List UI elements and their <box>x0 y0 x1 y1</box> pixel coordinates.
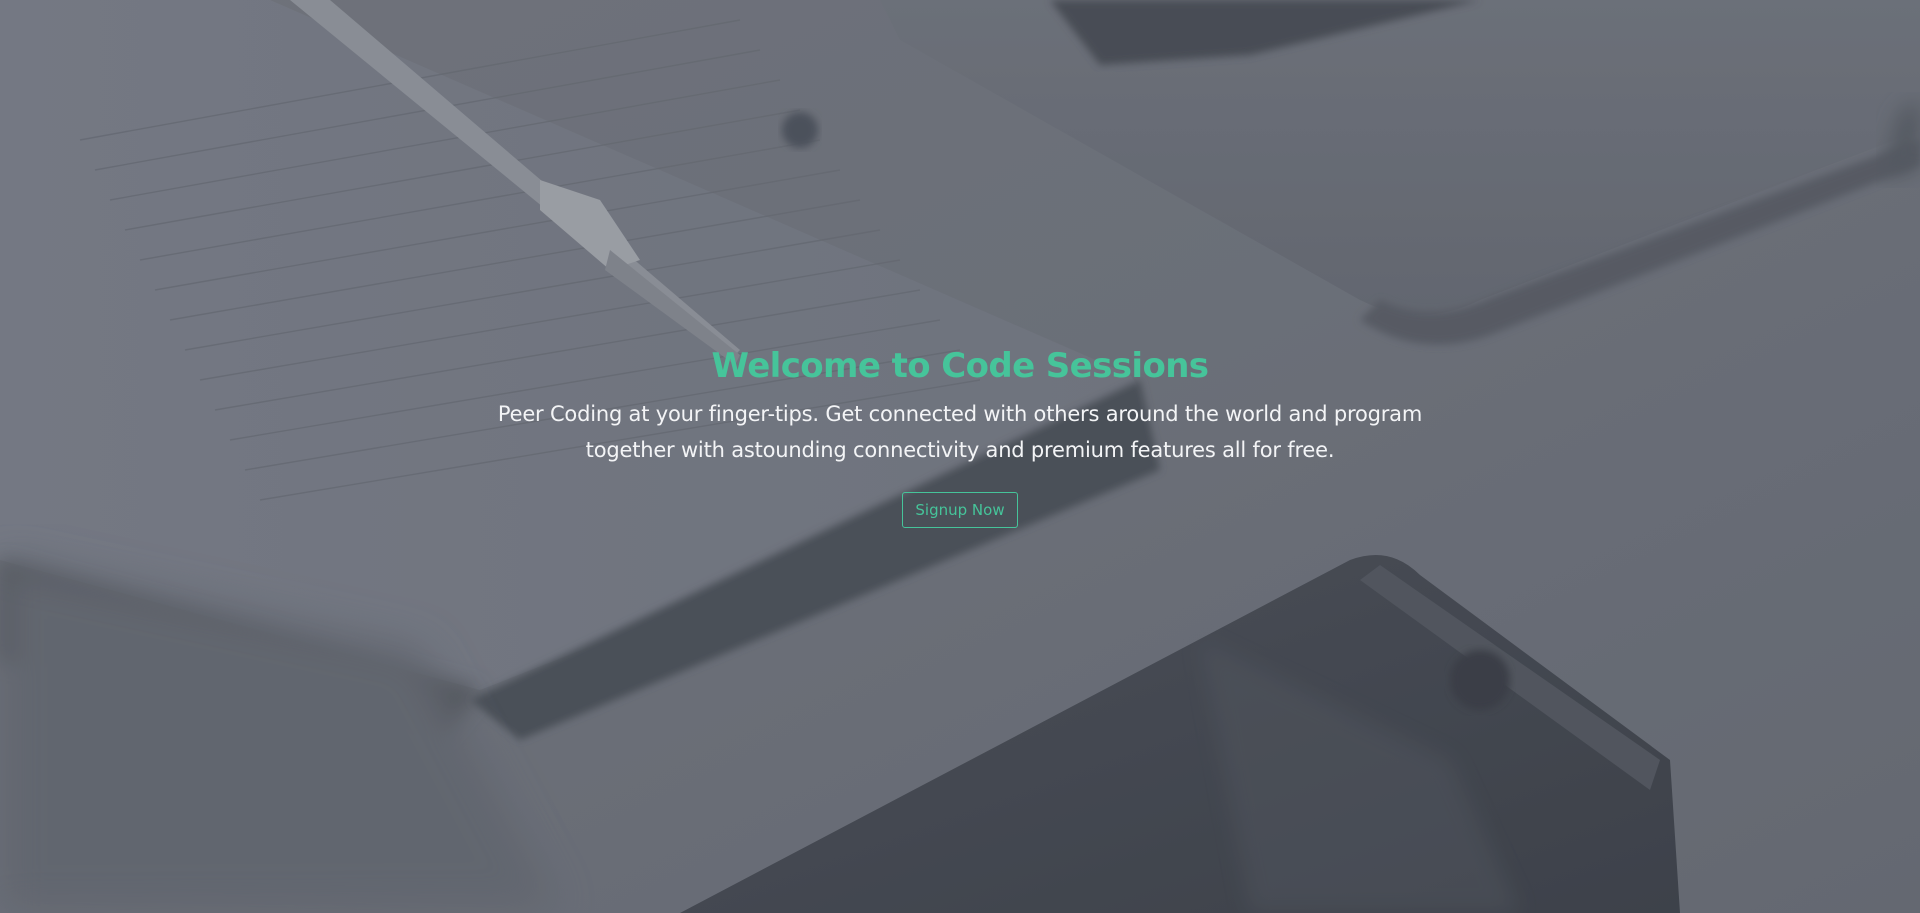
hero-subtitle: Peer Coding at your finger-tips. Get con… <box>497 402 1423 462</box>
hero-content: Welcome to Code Sessions Peer Coding at … <box>0 340 1920 528</box>
page-title: Welcome to Code Sessions <box>711 346 1210 386</box>
hero-section: Welcome to Code Sessions Peer Coding at … <box>0 0 1920 913</box>
signup-button[interactable]: Signup Now <box>902 492 1018 528</box>
